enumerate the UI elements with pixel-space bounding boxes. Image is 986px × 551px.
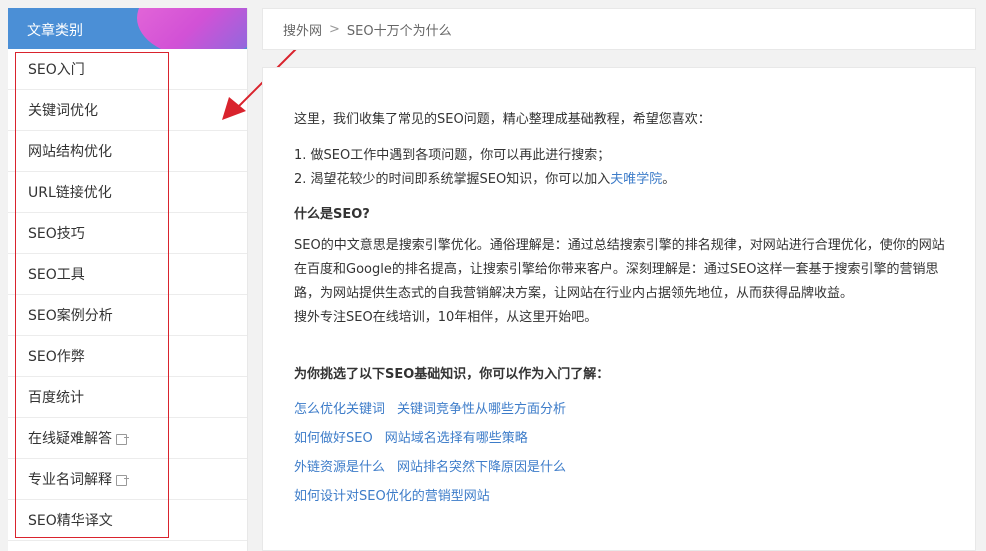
sidebar-item-label: SEO作弊 [28,349,85,365]
recommended-link[interactable]: 关键词竞争性从哪些方面分析 [397,402,566,417]
sidebar-item[interactable]: SEO工具 [8,254,247,295]
sidebar-item-label: 专业名词解释 [28,472,112,488]
recommended-link[interactable]: 网站排名突然下降原因是什么 [397,460,566,475]
header-decoration [137,8,247,49]
sidebar-item[interactable]: SEO技巧 [8,213,247,254]
intro-text: 这里，我们收集了常见的SEO问题，精心整理成基础教程，希望您喜欢： [294,112,711,127]
point-2-end: 。 [662,172,676,187]
sidebar: 文章类别 SEO入门 关键词优化 网站结构优化 URL链接优化 SEO技巧 SEO工具 SE… [8,8,248,551]
sidebar-item-label: 网站结构优化 [28,144,112,160]
sidebar-item[interactable]: SEO精华译文 [8,500,247,541]
sidebar-item-label: URL链接优化 [28,185,112,201]
recommended-link[interactable]: 怎么优化关键词 [294,402,385,417]
recommended-link[interactable]: 网站域名选择有哪些策略 [385,431,528,446]
point-2-text: 2. 渴望花较少的时间即系统掌握SEO知识，你可以加入 [294,172,611,187]
link-row: 如何设计对SEO优化的营销型网站 [294,482,945,511]
sidebar-item[interactable]: 网站结构优化 [8,131,247,172]
sidebar-item-label: SEO精华译文 [28,513,113,529]
sidebar-item[interactable]: 百度统计 [8,377,247,418]
sidebar-item[interactable]: SEO案例分析 [8,295,247,336]
sidebar-item-label: SEO技巧 [28,226,85,242]
sidebar-title: 文章类别 [27,23,83,39]
link-row: 怎么优化关键词 关键词竞争性从哪些方面分析 [294,395,945,424]
recommended-link[interactable]: 如何做好SEO [294,431,373,446]
what-is-seo-body: SEO的中文意思是搜索引擎优化。通俗理解是：通过总结搜索引擎的排名规律，对网站进… [294,238,945,301]
link-row: 外链资源是什么 网站排名突然下降原因是什么 [294,453,945,482]
tagline: 搜外专注SEO在线培训，10年相伴，从这里开始吧。 [294,310,598,325]
fuwei-academy-link[interactable]: 夫唯学院 [610,172,662,187]
sidebar-item[interactable]: 在线疑难解答 [8,418,247,459]
sidebar-item[interactable]: 专业名词解释 [8,459,247,500]
sidebar-item-label: 关键词优化 [28,103,98,119]
point-2: 2. 渴望花较少的时间即系统掌握SEO知识，你可以加入夫唯学院。 [294,168,945,192]
picks-heading: 为你挑选了以下SEO基础知识，你可以作为入门了解： [294,367,610,382]
point-1: 1. 做SEO工作中遇到各项问题，你可以再此进行搜索； [294,148,611,163]
external-link-icon [116,474,129,486]
what-is-seo-heading: 什么是SEO? [294,207,370,222]
category-list: SEO入门关键词优化网站结构优化 URL链接优化 SEO技巧 SEO工具 SEO案例分析… [8,49,247,541]
sidebar-item[interactable]: URL链接优化 [8,172,247,213]
sidebar-item-label: SEO入门 [28,62,85,78]
sidebar-item[interactable]: 关键词优化 [8,90,247,131]
breadcrumb-separator: > [329,21,340,37]
breadcrumb-home[interactable]: 搜外网 [283,20,322,39]
recommended-link[interactable]: 外链资源是什么 [294,460,385,475]
sidebar-item[interactable]: SEO作弊 [8,336,247,377]
recommended-link[interactable]: 如何设计对SEO优化的营销型网站 [294,489,490,504]
breadcrumb-current: SEO十万个为什么 [346,23,452,39]
sidebar-item-label: 百度统计 [28,390,84,406]
breadcrumb: 搜外网 > SEO十万个为什么 [262,8,976,50]
link-row: 如何做好SEO 网站域名选择有哪些策略 [294,424,945,453]
sidebar-item-label: SEO工具 [28,267,85,283]
article-content: 这里，我们收集了常见的SEO问题，精心整理成基础教程，希望您喜欢： 1. 做SE… [262,67,976,551]
external-link-icon [116,433,129,445]
sidebar-item-label: 在线疑难解答 [28,431,112,447]
sidebar-header: 文章类别 [8,8,247,49]
sidebar-item-label: SEO案例分析 [28,308,113,324]
sidebar-item[interactable]: SEO入门 [8,49,247,90]
recommended-links: 怎么优化关键词 关键词竞争性从哪些方面分析 如何做好SEO 网站域名选择有哪些策略 外链… [294,395,945,511]
